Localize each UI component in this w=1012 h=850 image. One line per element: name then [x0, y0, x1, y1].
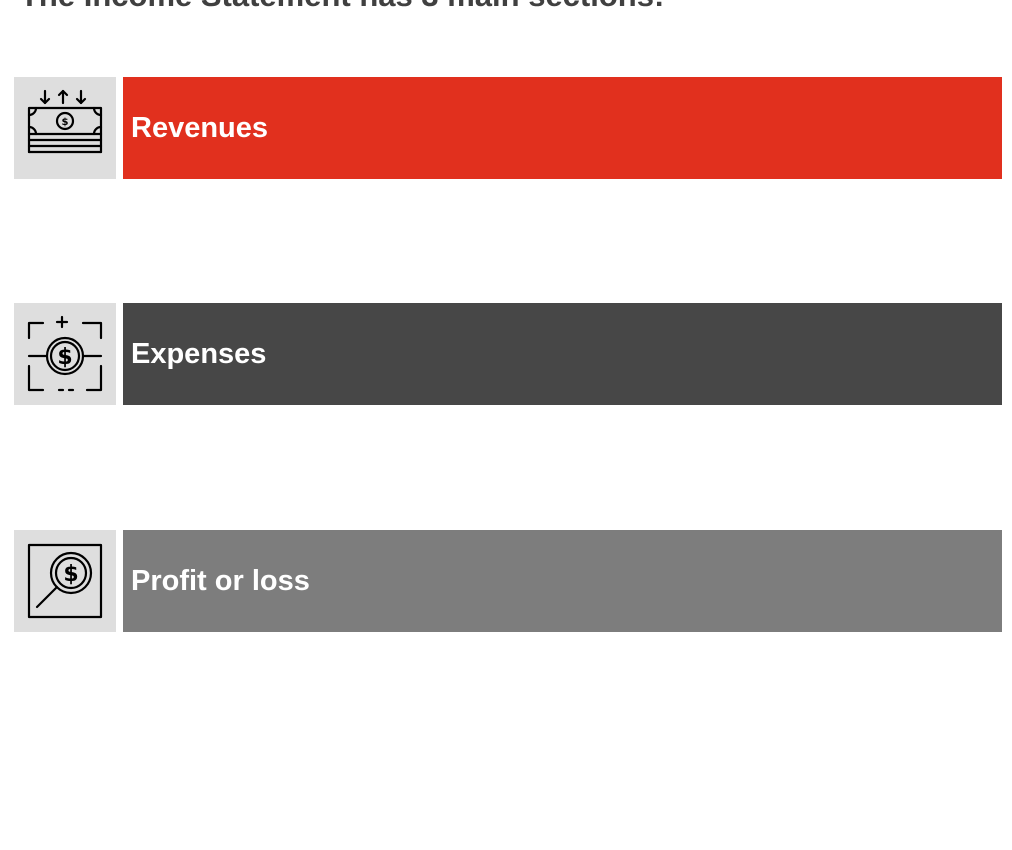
section-profit-or-loss: $ Profit or loss: [14, 530, 1002, 632]
revenues-icon-box: $: [14, 77, 116, 179]
page-title: The Income Statement has 3 main sections…: [20, 0, 664, 14]
svg-text:$: $: [57, 345, 72, 370]
section-revenues: $ Revenues: [14, 77, 1002, 179]
expenses-icon-box: $: [14, 303, 116, 405]
revenues-label: Revenues: [131, 111, 269, 144]
dollar-target-icon: $: [27, 315, 103, 392]
svg-text:$: $: [62, 117, 69, 128]
expenses-bar: Expenses: [123, 303, 1002, 405]
dollar-magnifier-icon: $: [27, 543, 103, 619]
cash-flow-icon: $: [27, 89, 103, 154]
svg-text:$: $: [63, 562, 78, 587]
profit-icon-box: $: [14, 530, 116, 632]
profit-label: Profit or loss: [131, 564, 310, 597]
section-expenses: $ Expenses: [14, 303, 1002, 405]
expenses-label: Expenses: [131, 337, 267, 370]
profit-bar: Profit or loss: [123, 530, 1002, 632]
revenues-bar: Revenues: [123, 77, 1002, 179]
